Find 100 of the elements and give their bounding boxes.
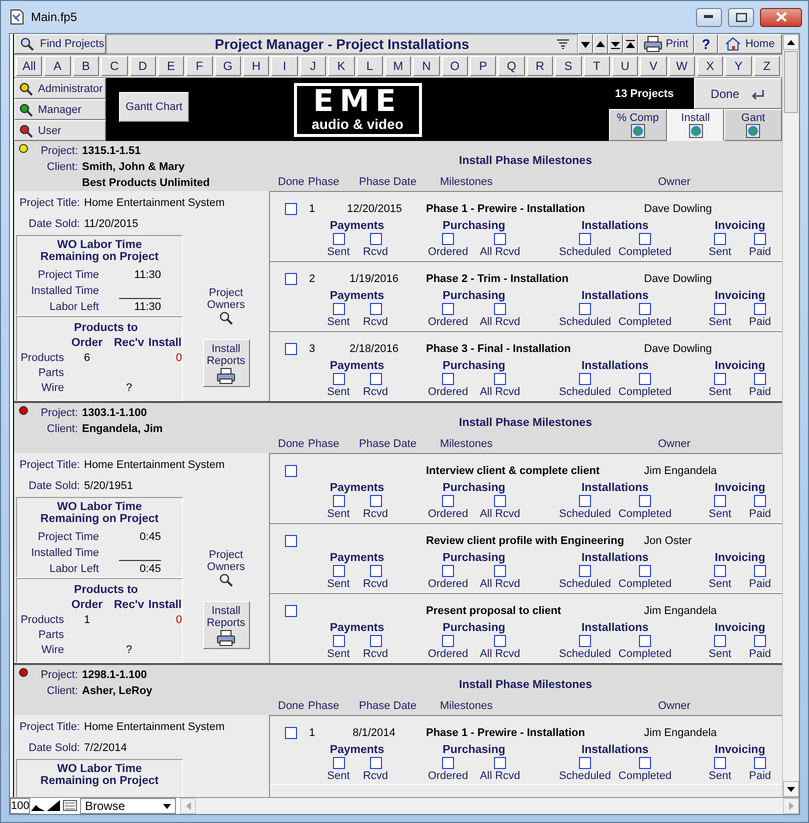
milestone-checkbox[interactable] [332, 635, 344, 647]
milestone-checkbox[interactable] [370, 303, 382, 315]
letter-filter-button[interactable]: L [356, 56, 383, 76]
sort-icon[interactable] [557, 39, 570, 49]
milestone-checkbox[interactable] [754, 757, 766, 769]
find-projects-button[interactable]: Find Projects [14, 34, 106, 54]
role-button[interactable]: Manager [14, 99, 106, 120]
maximize-button[interactable] [728, 8, 754, 26]
milestone-checkbox[interactable] [332, 233, 344, 245]
milestone-checkbox[interactable] [494, 373, 506, 385]
milestone-checkbox[interactable] [639, 757, 651, 769]
milestone-checkbox[interactable] [639, 635, 651, 647]
letter-filter-button[interactable]: D [130, 56, 156, 76]
scroll-up-button[interactable] [783, 34, 799, 50]
milestone-checkbox[interactable] [579, 233, 591, 245]
view-tab[interactable]: % Comp [609, 109, 667, 141]
install-reports-button[interactable]: Install Reports [202, 601, 250, 649]
letter-filter-button[interactable]: K [328, 56, 354, 76]
milestone-checkbox[interactable] [494, 757, 506, 769]
milestone-checkbox[interactable] [714, 565, 726, 577]
letter-filter-button[interactable]: E [158, 56, 184, 76]
letter-filter-button[interactable]: X [697, 56, 724, 76]
gantt-chart-button[interactable]: Gantt Chart [119, 92, 189, 122]
milestone-checkbox[interactable] [639, 303, 651, 315]
letter-filter-button[interactable]: U [612, 56, 638, 76]
letter-filter-button[interactable]: A [44, 56, 71, 76]
milestone-checkbox[interactable] [442, 303, 454, 315]
help-button[interactable]: ? [694, 34, 718, 54]
navigation-button[interactable] [593, 34, 608, 54]
minimize-button[interactable] [696, 8, 722, 26]
milestone-checkbox[interactable] [754, 495, 766, 507]
done-checkbox[interactable] [285, 465, 297, 477]
scroll-thumb[interactable] [784, 51, 798, 113]
milestone-checkbox[interactable] [579, 635, 591, 647]
print-button[interactable]: Print [638, 34, 694, 54]
letter-filter-button[interactable]: C [101, 56, 128, 76]
milestone-checkbox[interactable] [714, 303, 726, 315]
milestone-checkbox[interactable] [579, 565, 591, 577]
letter-filter-button[interactable]: M [384, 56, 412, 76]
milestone-checkbox[interactable] [442, 757, 454, 769]
milestone-checkbox[interactable] [714, 495, 726, 507]
milestone-checkbox[interactable] [639, 495, 651, 507]
milestone-checkbox[interactable] [370, 495, 382, 507]
done-button[interactable]: Done [694, 78, 782, 109]
milestone-checkbox[interactable] [442, 635, 454, 647]
milestone-checkbox[interactable] [442, 373, 454, 385]
milestone-checkbox[interactable] [579, 373, 591, 385]
milestone-checkbox[interactable] [579, 757, 591, 769]
milestone-checkbox[interactable] [332, 757, 344, 769]
milestone-checkbox[interactable] [579, 495, 591, 507]
milestone-checkbox[interactable] [332, 303, 344, 315]
letter-filter-button[interactable]: G [214, 56, 241, 76]
letter-filter-button[interactable]: B [72, 56, 100, 76]
letter-filter-button[interactable]: P [470, 56, 496, 76]
letter-filter-button[interactable]: T [584, 56, 610, 76]
milestone-checkbox[interactable] [639, 565, 651, 577]
milestone-checkbox[interactable] [370, 565, 382, 577]
letter-filter-button[interactable]: J [300, 56, 326, 76]
milestone-checkbox[interactable] [714, 373, 726, 385]
letter-filter-button[interactable]: Q [498, 56, 525, 76]
milestone-checkbox[interactable] [494, 635, 506, 647]
letter-filter-button[interactable]: Z [754, 56, 780, 76]
milestone-checkbox[interactable] [754, 233, 766, 245]
milestone-checkbox[interactable] [442, 495, 454, 507]
milestone-checkbox[interactable] [639, 233, 651, 245]
milestone-checkbox[interactable] [494, 495, 506, 507]
navigation-button[interactable] [623, 34, 638, 54]
milestone-checkbox[interactable] [442, 565, 454, 577]
letter-filter-button[interactable]: R [526, 56, 554, 76]
milestone-checkbox[interactable] [332, 565, 344, 577]
milestone-checkbox[interactable] [714, 233, 726, 245]
done-checkbox[interactable] [285, 605, 297, 617]
milestone-checkbox[interactable] [579, 303, 591, 315]
zoom-level[interactable]: 100 [10, 798, 30, 814]
milestone-checkbox[interactable] [370, 233, 382, 245]
done-checkbox[interactable] [285, 273, 297, 285]
letter-filter-button[interactable]: All [16, 56, 42, 76]
milestone-checkbox[interactable] [332, 495, 344, 507]
view-tab[interactable]: Gant [724, 109, 782, 141]
role-button[interactable]: User [14, 120, 106, 141]
milestone-checkbox[interactable] [370, 373, 382, 385]
milestone-checkbox[interactable] [754, 303, 766, 315]
scroll-down-button[interactable] [783, 781, 799, 797]
done-checkbox[interactable] [285, 203, 297, 215]
letter-filter-button[interactable]: S [555, 56, 582, 76]
close-button[interactable] [760, 8, 802, 26]
navigation-button[interactable] [578, 34, 594, 54]
milestone-checkbox[interactable] [714, 635, 726, 647]
letter-filter-button[interactable]: W [668, 56, 695, 76]
view-tab[interactable]: Install [666, 109, 724, 141]
role-button[interactable]: Administrator [14, 78, 106, 99]
milestone-checkbox[interactable] [494, 233, 506, 245]
milestone-checkbox[interactable] [332, 373, 344, 385]
done-checkbox[interactable] [285, 343, 297, 355]
done-checkbox[interactable] [285, 727, 297, 739]
milestone-checkbox[interactable] [494, 565, 506, 577]
letter-filter-button[interactable]: H [243, 56, 270, 76]
milestone-checkbox[interactable] [639, 373, 651, 385]
milestone-checkbox[interactable] [754, 373, 766, 385]
install-reports-button[interactable]: Install Reports [202, 339, 250, 387]
